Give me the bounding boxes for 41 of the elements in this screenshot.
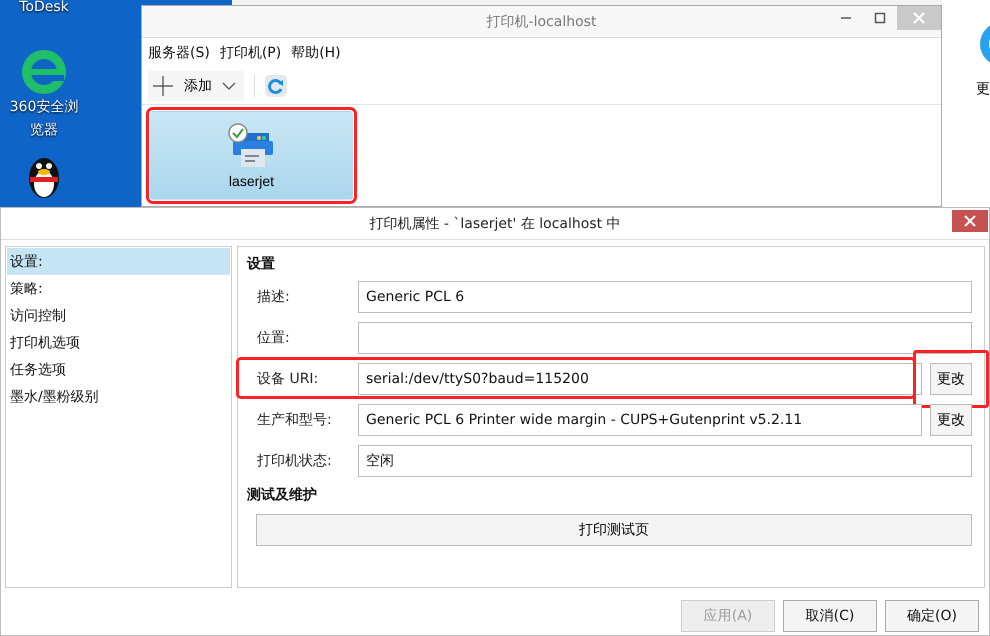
refresh-icon[interactable] bbox=[265, 75, 287, 97]
plus-icon bbox=[152, 75, 174, 97]
category-item[interactable]: 策略: bbox=[7, 275, 230, 302]
menu-item[interactable]: 打印机(P) bbox=[220, 44, 282, 62]
field-label: 设备 URI: bbox=[256, 370, 320, 388]
field-label: 位置: bbox=[256, 329, 291, 347]
text-field[interactable]: Generic PCL 6 bbox=[358, 281, 972, 313]
field-label: 生产和型号: bbox=[256, 411, 333, 429]
text-field[interactable]: serial:/dev/ttyS0?baud=115200 bbox=[358, 363, 922, 395]
field-label: 打印机状态: bbox=[256, 452, 333, 470]
browser-logo-icon[interactable] bbox=[20, 48, 68, 96]
category-item[interactable]: 打印机选项 bbox=[7, 329, 230, 356]
text-field[interactable]: Generic PCL 6 Printer wide margin - CUPS+Gutenprint v5.2.11 bbox=[358, 404, 922, 436]
desktop-icon-label[interactable]: 360安全浏览器 bbox=[4, 96, 84, 142]
desktop-icon-label[interactable]: ToDesk bbox=[4, 0, 84, 19]
category-item[interactable]: 任务选项 bbox=[7, 356, 230, 383]
text-field[interactable]: 空闲 bbox=[358, 445, 972, 477]
field-label: 描述: bbox=[256, 288, 291, 306]
printer-tile[interactable]: laserjet bbox=[150, 111, 353, 200]
section-title: 设置 bbox=[247, 255, 276, 273]
change-button[interactable]: 更改 bbox=[930, 404, 972, 436]
desktop-icon-label[interactable]: 更 bbox=[976, 80, 990, 98]
category-item[interactable]: 访问控制 bbox=[7, 302, 230, 329]
text-field[interactable] bbox=[358, 322, 972, 354]
section-title: 测试及维护 bbox=[247, 486, 318, 504]
menu-item[interactable]: 帮助(H) bbox=[291, 44, 341, 62]
category-item[interactable]: 墨水/墨粉级别 bbox=[7, 383, 230, 410]
maximize-icon bbox=[874, 12, 886, 24]
add-button[interactable]: 添加 bbox=[148, 71, 244, 101]
dialog-title: 打印机属性 - `laserjet' 在 localhost 中 bbox=[369, 214, 621, 232]
close-icon bbox=[964, 215, 976, 227]
category-item[interactable]: 设置: bbox=[7, 248, 230, 275]
dialog-button[interactable]: 确定(O) bbox=[885, 600, 979, 632]
close-button[interactable] bbox=[952, 210, 988, 232]
menu-item[interactable]: 服务器(S) bbox=[148, 44, 210, 62]
window-title: 打印机-localhost bbox=[486, 12, 596, 30]
close-icon bbox=[913, 12, 925, 24]
caret-icon bbox=[222, 81, 236, 91]
print-test-page-button[interactable]: 打印测试页 bbox=[256, 514, 972, 546]
dialog-button[interactable]: 取消(C) bbox=[783, 600, 877, 632]
change-button[interactable]: 更改 bbox=[930, 363, 972, 395]
